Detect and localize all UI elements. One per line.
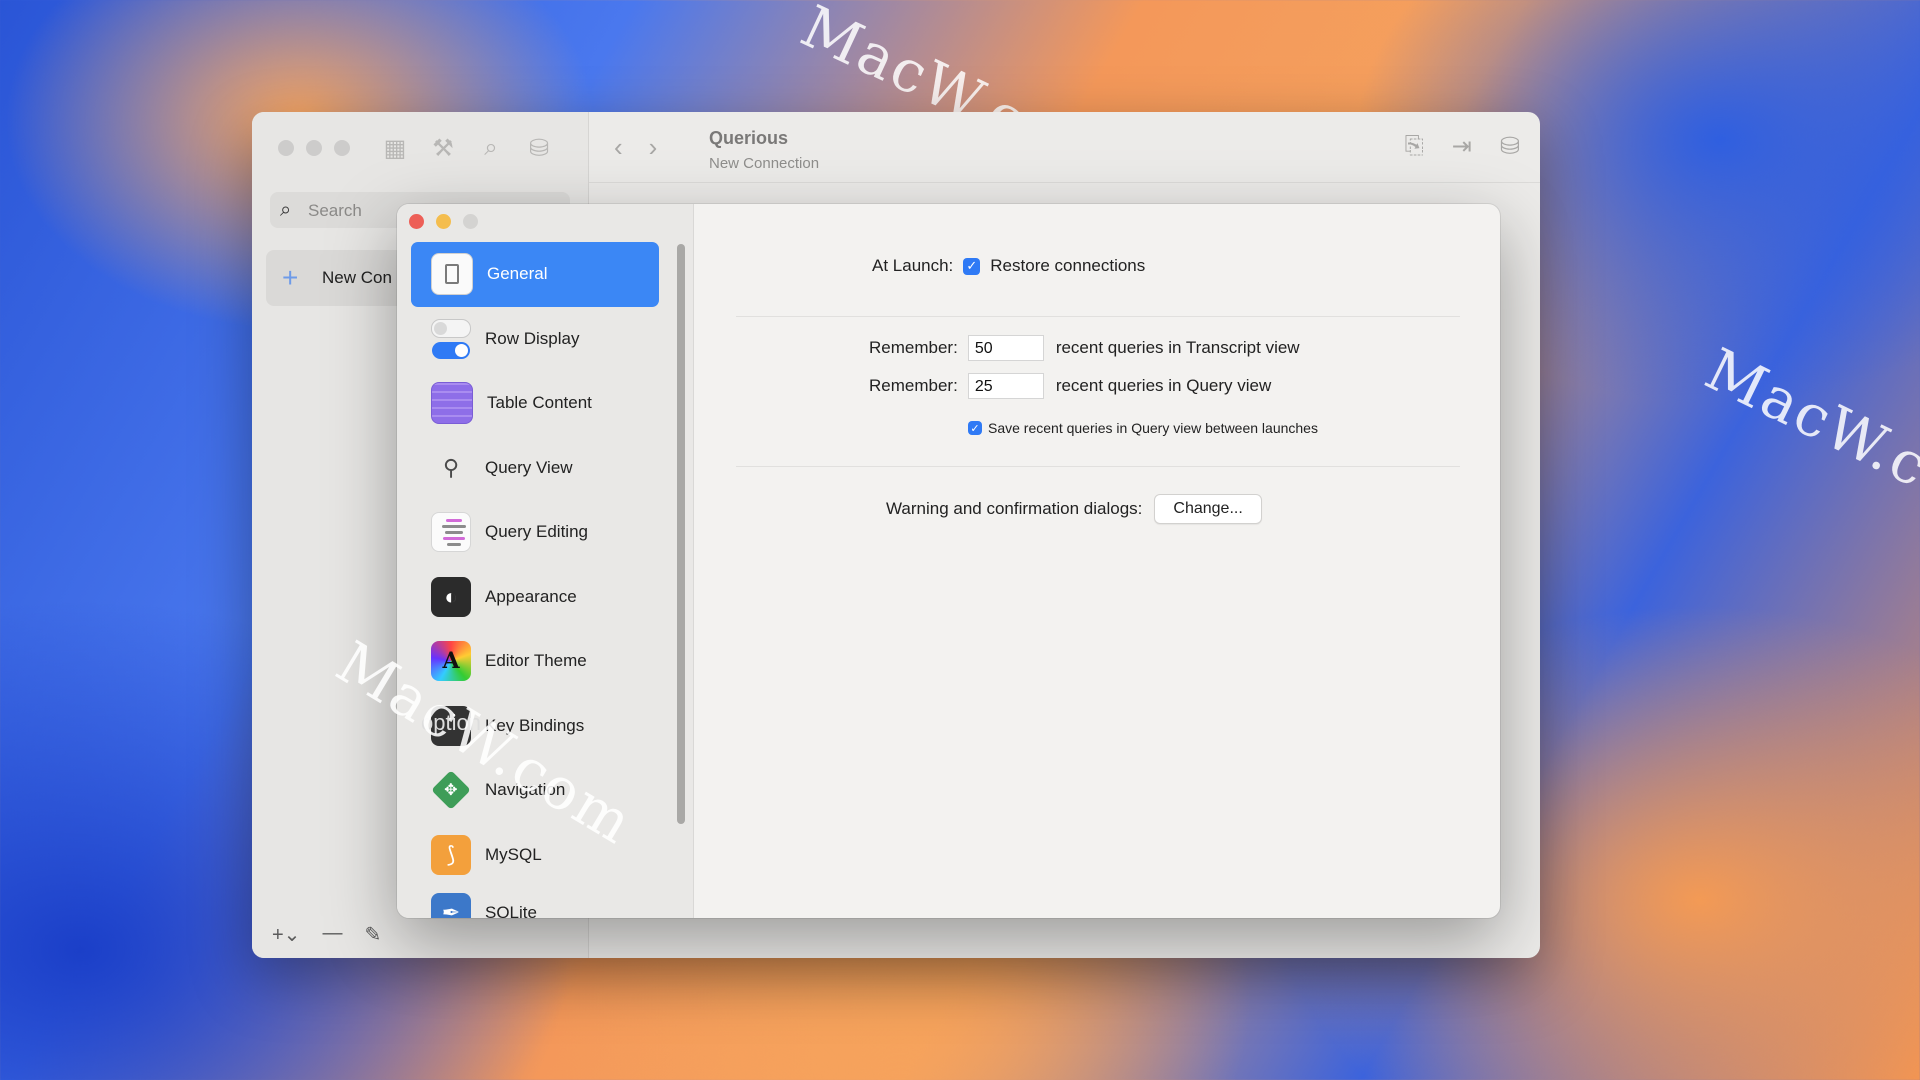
plus-icon: +: [282, 262, 299, 293]
minimize-button[interactable]: [436, 214, 451, 229]
magnifier-icon: ⚲: [442, 454, 460, 480]
search-placeholder: Search: [308, 201, 362, 220]
toolbar: ▦ ⚒ ⌕ ⛁: [380, 134, 554, 163]
code-lines-icon: [431, 512, 471, 553]
settings-item-label: General: [487, 264, 548, 284]
settings-item-label: SQLite: [485, 903, 537, 918]
settings-item-query-view[interactable]: ⚲ Query View: [411, 436, 659, 501]
mysql-icon: ⟆: [431, 834, 471, 875]
export-icon[interactable]: ⇥: [1452, 132, 1472, 161]
close-button[interactable]: [409, 214, 424, 229]
sidebar-scrollbar[interactable]: [677, 244, 685, 824]
clipboard-export-icon[interactable]: ⎘: [1405, 132, 1424, 161]
zoom-button[interactable]: [463, 214, 478, 229]
queryview-count-field[interactable]: 25: [967, 373, 1044, 399]
window-controls: [278, 140, 350, 156]
back-arrow-icon[interactable]: ‹: [614, 132, 623, 163]
restore-connections-checkbox[interactable]: ✓: [963, 257, 981, 275]
sidebar-bottom-bar: +⌄ — ✎: [272, 922, 381, 947]
sidebar-item-label: New Con: [322, 268, 392, 287]
appearance-icon: ◐: [431, 576, 471, 617]
close-button[interactable]: [278, 140, 294, 156]
wrench-icon[interactable]: ⚒: [428, 134, 458, 163]
settings-item-label: Query View: [485, 457, 573, 477]
watermark: MacW.com: [1695, 335, 1920, 542]
transcript-suffix-label: recent queries in Transcript view: [1055, 338, 1300, 357]
window-title-area: Querious New Connection: [709, 128, 819, 172]
divider: [736, 316, 1460, 317]
queryview-suffix-label: recent queries in Query view: [1055, 376, 1272, 395]
edit-icon[interactable]: ✎: [364, 922, 381, 947]
warnings-label: Warning and confirmation dialogs:: [886, 499, 1143, 518]
divider: [589, 182, 1540, 183]
search-icon: ⌕: [280, 199, 292, 221]
save-between-launches-checkbox[interactable]: ✓: [968, 421, 982, 435]
database-export-icon[interactable]: ⛁: [1500, 132, 1520, 161]
settings-item-table-content[interactable]: Table Content: [411, 371, 659, 436]
settings-item-sqlite[interactable]: ✒ SQLite: [411, 887, 659, 918]
add-menu-button[interactable]: +⌄: [272, 922, 300, 947]
settings-item-label: Table Content: [487, 393, 592, 413]
queryview-remember-row: Remember: 25 recent queries in Query vie…: [869, 373, 1271, 399]
settings-item-label: Row Display: [485, 328, 580, 348]
zoom-button[interactable]: [334, 140, 350, 156]
window-controls: [409, 214, 478, 229]
settings-item-label: Appearance: [485, 586, 577, 606]
change-button[interactable]: Change...: [1154, 494, 1262, 524]
settings-item-appearance[interactable]: ◐ Appearance: [411, 565, 659, 630]
at-launch-label: At Launch:: [872, 256, 954, 275]
navigation-icon: ✥: [431, 770, 471, 811]
general-settings-pane: At Launch: ✓ Restore connections Remembe…: [694, 204, 1500, 918]
remember-label: Remember:: [869, 376, 958, 395]
transcript-remember-row: Remember: 50 recent queries in Transcrip…: [869, 335, 1300, 361]
settings-item-label: Query Editing: [485, 522, 588, 542]
remove-button[interactable]: —: [322, 922, 342, 947]
settings-item-general[interactable]: General: [411, 242, 659, 307]
save-between-launches-label: Save recent queries in Query view betwee…: [988, 420, 1318, 436]
search-icon[interactable]: ⌕: [476, 134, 506, 163]
table-icon: [431, 382, 473, 425]
divider: [736, 466, 1460, 467]
general-switch-icon: [431, 253, 473, 296]
remember-label: Remember:: [869, 338, 958, 357]
navigation-arrows: ‹ ›: [614, 132, 657, 163]
at-launch-row: At Launch: ✓ Restore connections: [872, 256, 1145, 276]
settings-item-query-editing[interactable]: Query Editing: [411, 500, 659, 565]
settings-item-label: Editor Theme: [485, 651, 587, 671]
sqlite-icon: ✒: [431, 893, 471, 918]
window-subtitle: New Connection: [709, 155, 820, 172]
database-icon[interactable]: ⛁: [524, 134, 554, 163]
toolbar-right: ⎘ ⇥ ⛁: [1405, 132, 1520, 161]
save-between-launches-row: ✓ Save recent queries in Query view betw…: [968, 420, 1318, 436]
warnings-row: Warning and confirmation dialogs: Change…: [886, 494, 1262, 524]
settings-item-row-display[interactable]: Row Display: [411, 307, 659, 372]
toggle-icon: [431, 318, 471, 359]
minimize-button[interactable]: [306, 140, 322, 156]
settings-item-label: MySQL: [485, 844, 542, 864]
grid-icon[interactable]: ▦: [380, 134, 410, 163]
forward-arrow-icon[interactable]: ›: [649, 132, 658, 163]
window-title: Querious: [709, 128, 789, 148]
restore-connections-label: Restore connections: [990, 256, 1146, 275]
transcript-count-field[interactable]: 50: [967, 335, 1044, 361]
